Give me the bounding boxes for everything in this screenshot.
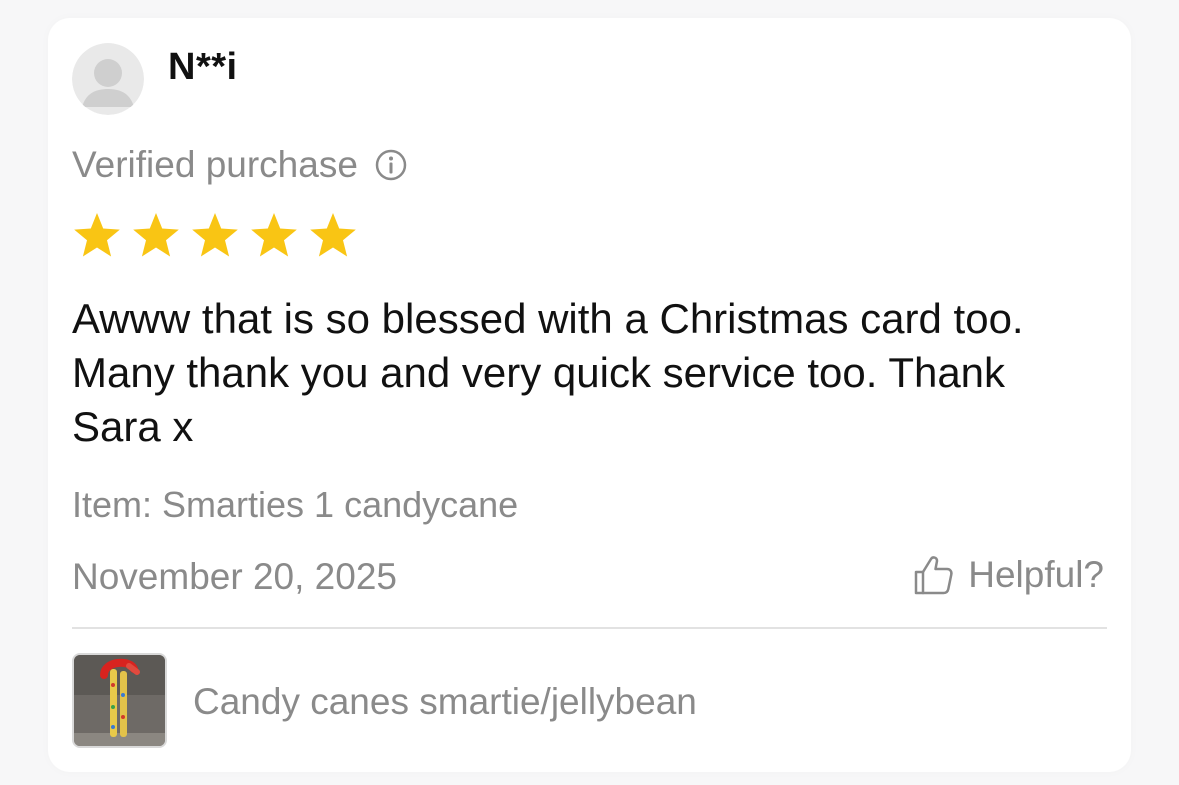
product-name[interactable]: Candy canes smartie/jellybean [193,681,697,723]
helpful-button[interactable]: Helpful? [910,552,1104,598]
star-icon [310,213,356,257]
star-icon [192,213,238,257]
item-variant-label: Item: Smarties 1 candycane [72,484,519,525]
star-rating [72,210,367,260]
info-icon[interactable] [374,148,408,182]
review-text: Awww that is so blessed with a Christmas… [72,295,1024,450]
candy-cane-image [74,655,165,746]
star-icon [74,213,120,257]
verified-purchase-label: Verified purchase [72,144,358,185]
review-date: November 20, 2025 [72,556,397,597]
star-icon [133,213,179,257]
thumbs-up-icon [910,552,956,598]
reviewer-name: N**i [168,46,238,88]
verified-purchase-row: Verified purchase [72,144,408,186]
helpful-label: Helpful? [968,554,1104,595]
product-thumbnail[interactable] [72,653,167,748]
divider [72,627,1107,629]
star-icon [251,213,297,257]
avatar [72,43,144,115]
user-avatar-icon [72,43,144,115]
